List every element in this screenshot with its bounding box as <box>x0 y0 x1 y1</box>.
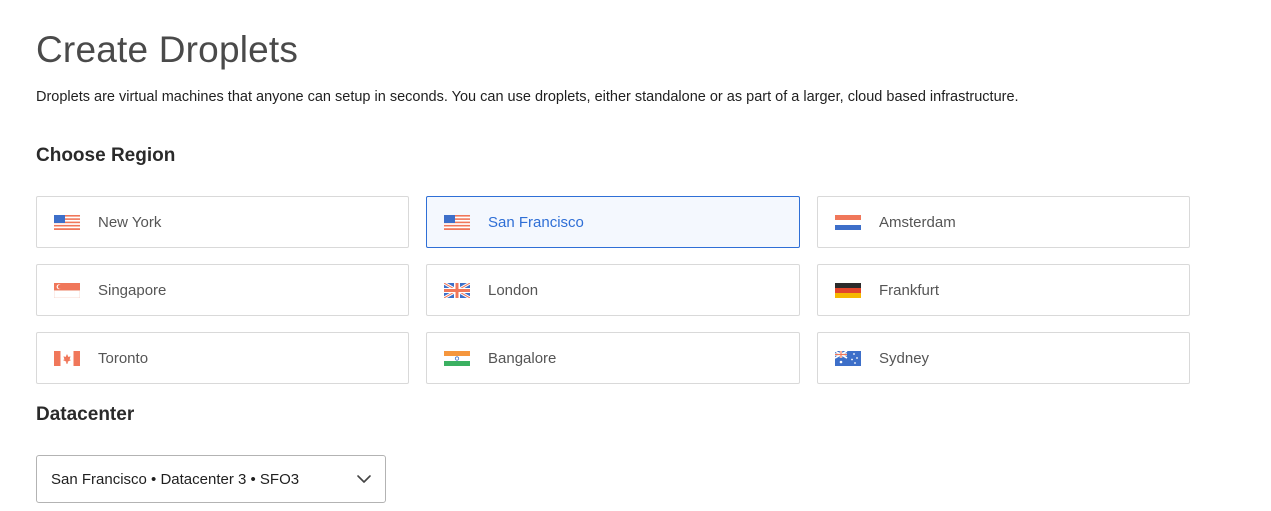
region-option-london[interactable]: London <box>426 264 800 316</box>
region-option-amsterdam[interactable]: Amsterdam <box>817 196 1190 248</box>
region-option-san-francisco[interactable]: San Francisco <box>426 196 800 248</box>
datacenter-selected-value: San Francisco • Datacenter 3 • SFO3 <box>51 470 300 488</box>
region-label: Singapore <box>98 281 167 299</box>
netherlands-flag-icon <box>835 214 861 230</box>
region-option-toronto[interactable]: Toronto <box>36 332 409 384</box>
region-label: Toronto <box>98 349 149 367</box>
create-droplets-page: Create Droplets Droplets are virtual mac… <box>0 0 1271 511</box>
region-label: San Francisco <box>488 213 584 231</box>
australia-flag-icon <box>835 350 861 366</box>
region-label: Sydney <box>879 349 930 367</box>
datacenter-select[interactable]: San Francisco • Datacenter 3 • SFO3 <box>36 455 386 503</box>
datacenter-heading: Datacenter <box>36 404 135 425</box>
region-label: New York <box>98 213 162 231</box>
region-label: Frankfurt <box>879 281 940 299</box>
us-flag-icon <box>444 214 470 230</box>
region-option-frankfurt[interactable]: Frankfurt <box>817 264 1190 316</box>
page-title: Create Droplets <box>36 29 299 70</box>
region-option-singapore[interactable]: Singapore <box>36 264 409 316</box>
region-label: London <box>488 281 539 299</box>
region-grid: New York San Francisco Amsterdam Singapo… <box>36 196 1190 384</box>
page-description: Droplets are virtual machines that anyon… <box>36 89 1019 105</box>
uk-flag-icon <box>444 282 470 298</box>
region-option-new-york[interactable]: New York <box>36 196 409 248</box>
region-label: Bangalore <box>488 349 557 367</box>
germany-flag-icon <box>835 282 861 298</box>
singapore-flag-icon <box>54 282 80 298</box>
region-option-sydney[interactable]: Sydney <box>817 332 1190 384</box>
region-option-bangalore[interactable]: Bangalore <box>426 332 800 384</box>
choose-region-heading: Choose Region <box>36 145 176 166</box>
region-label: Amsterdam <box>879 213 956 231</box>
india-flag-icon <box>444 350 470 366</box>
chevron-down-icon <box>357 475 371 483</box>
canada-flag-icon <box>54 350 80 366</box>
us-flag-icon <box>54 214 80 230</box>
